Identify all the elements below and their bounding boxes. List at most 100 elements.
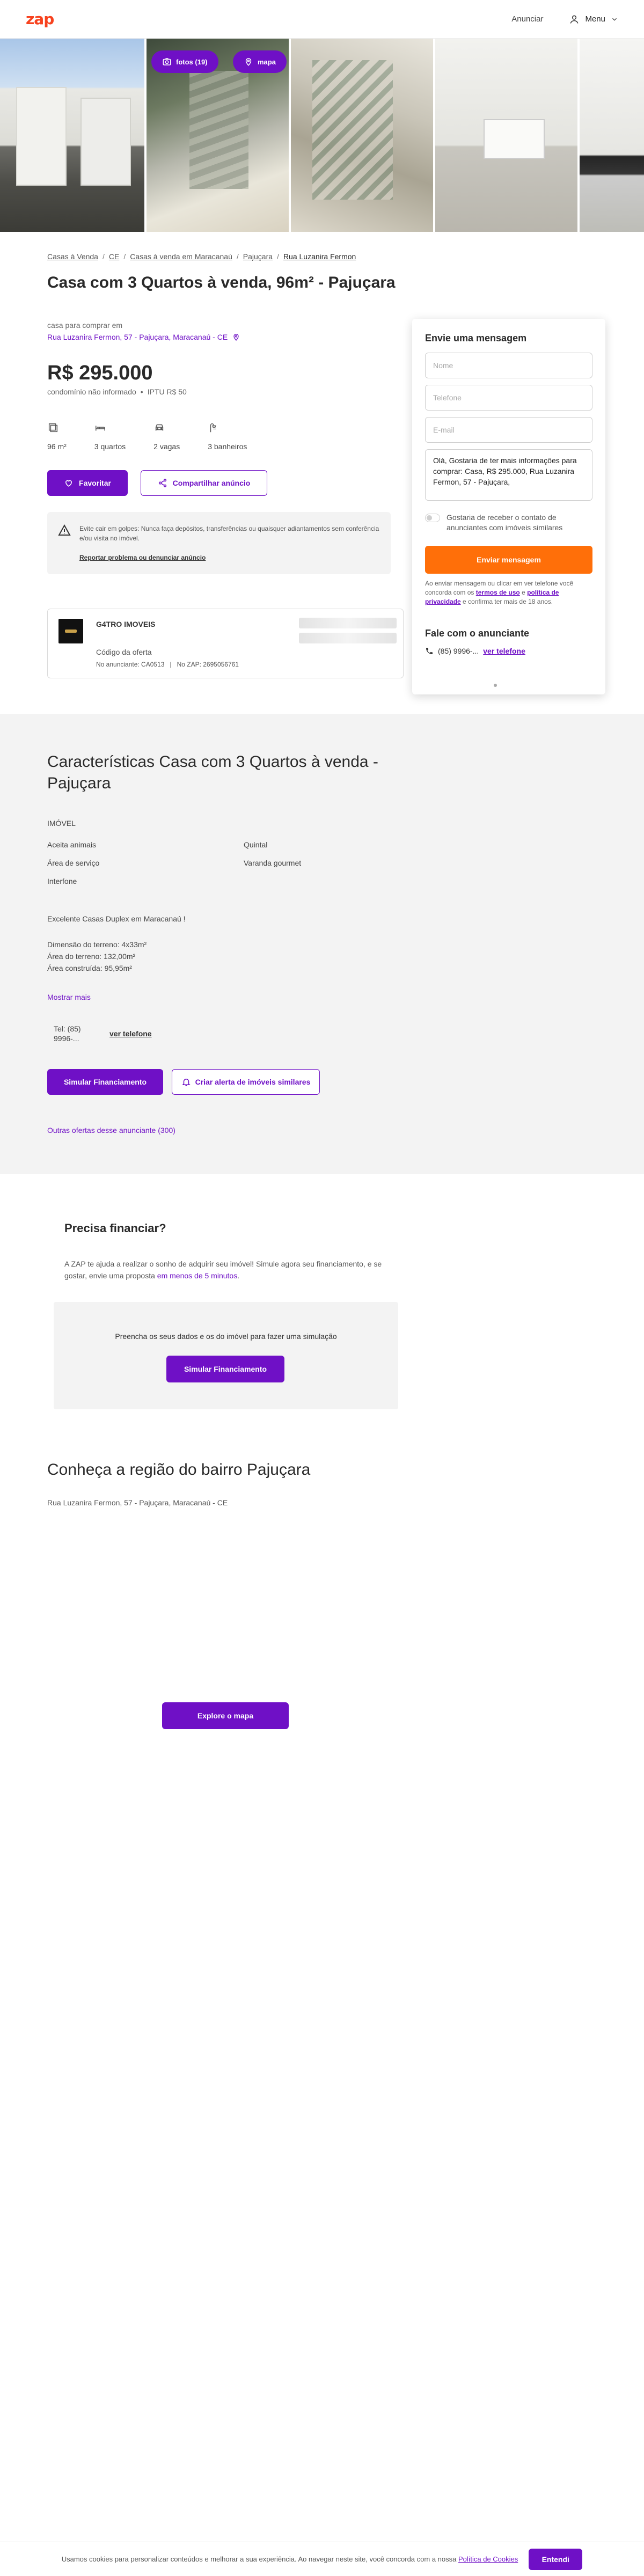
show-more-link[interactable]: Mostrar mais <box>47 993 91 1001</box>
financing-text-part: . <box>237 1271 240 1280</box>
listing-address[interactable]: Rua Luzanira Fermon, 57 - Pajuçara, Mara… <box>47 333 240 341</box>
iptu-fee: IPTU R$ 50 <box>147 387 187 396</box>
advertiser-phone: (85) 9996-... ver telefone <box>425 647 592 655</box>
description-line: Área construída: 95,95m² <box>47 964 132 972</box>
address-text: Rua Luzanira Fermon, 57 - Pajuçara, Mara… <box>47 333 228 341</box>
cookie-banner: Usamos cookies para personalizar conteúd… <box>0 2542 644 2576</box>
photo-kitchen-2[interactable] <box>580 39 644 232</box>
shower-icon <box>210 423 216 433</box>
share-icon <box>158 479 166 487</box>
warning-text: Evite cair em golpes: Nunca faça depósit… <box>79 525 379 542</box>
advertiser-name[interactable]: G4TRO IMOVEIS <box>96 620 155 628</box>
explore-map-button[interactable]: Explore o mapa <box>162 1702 289 1729</box>
advertiser-contact-title: Fale com o anunciante <box>425 628 530 639</box>
favorite-label: Favoritar <box>79 479 111 487</box>
feature-item: Aceita animais <box>47 840 97 849</box>
breadcrumb-separator: / <box>102 252 105 261</box>
advertiser-card[interactable]: G4TRO IMOVEIS Código da oferta No anunci… <box>47 609 404 678</box>
breadcrumb-separator: / <box>123 252 126 261</box>
header-nav: Anunciar Menu <box>511 14 618 25</box>
accept-cookies-button[interactable]: Entendi <box>529 2548 583 2570</box>
heart-icon <box>65 480 72 487</box>
listing-price: R$ 295.000 <box>47 362 153 384</box>
simulate-financing-button[interactable]: Simular Financiamento <box>166 1356 284 1382</box>
amenity-area: 96 m² <box>47 422 67 451</box>
amenity-label: 2 vagas <box>153 442 180 451</box>
cookie-message: Usamos cookies para personalizar conteúd… <box>61 2555 457 2563</box>
price-notes: condomínio não informado • IPTU R$ 50 <box>47 387 187 396</box>
create-alert-label: Criar alerta de imóveis similares <box>195 1078 311 1086</box>
legal-text: e confirma ter mais de 18 anos. <box>463 598 553 605</box>
code-separator: | <box>170 661 172 668</box>
listing-title: Casa com 3 Quartos à venda, 96m² - Pajuç… <box>47 274 396 291</box>
breadcrumb-item[interactable]: Pajuçara <box>243 252 273 261</box>
report-link[interactable]: Reportar problema ou denunciar anúncio <box>79 553 380 562</box>
menu-button[interactable]: Menu <box>569 14 618 25</box>
scroll-indicator <box>494 684 497 687</box>
feature-item: Quintal <box>244 840 268 849</box>
map-button[interactable]: mapa <box>233 50 287 73</box>
phone-field[interactable] <box>425 385 592 411</box>
breadcrumb-item[interactable]: CE <box>109 252 119 261</box>
tel-label: Tel: (85) 9996-... <box>54 1024 81 1043</box>
share-button[interactable]: Compartilhar anúncio <box>141 470 267 496</box>
breadcrumb-item[interactable]: Casas à Venda <box>47 252 98 261</box>
consent-toggle[interactable] <box>425 514 440 522</box>
user-icon <box>570 15 579 24</box>
feature-item: Varanda gourmet <box>244 859 302 867</box>
breadcrumb-separator: / <box>277 252 279 261</box>
see-phone-link[interactable]: ver telefone <box>483 647 525 655</box>
breadcrumb: Casas à Venda / CE / Casas à venda em Ma… <box>47 252 356 261</box>
site-header: zap Anunciar Menu <box>0 0 644 39</box>
message-field[interactable]: Olá, Gostaria de ter mais informações pa… <box>425 449 592 501</box>
amenity-bedrooms: 3 quartos <box>94 422 126 451</box>
feature-item: Interfone <box>47 877 77 885</box>
email-field[interactable] <box>425 417 592 443</box>
description-line: Dimensão do terreno: 4x33m² <box>47 940 147 949</box>
amenity-label: 96 m² <box>47 442 67 451</box>
send-message-button[interactable]: Enviar mensagem <box>425 546 592 574</box>
cookie-text: Usamos cookies para personalizar conteúd… <box>62 2555 518 2563</box>
photo-kitchen[interactable] <box>435 39 578 232</box>
simulate-financing-button[interactable]: Simular Financiamento <box>47 1069 163 1095</box>
financing-box-text: Preencha os seus dados e os do imóvel pa… <box>115 1332 337 1341</box>
loading-placeholder <box>299 618 397 628</box>
create-alert-button[interactable]: Criar alerta de imóveis similares <box>172 1069 320 1095</box>
zap-code: No ZAP: 2695056761 <box>177 661 239 668</box>
share-label: Compartilhar anúncio <box>172 479 251 487</box>
bullet-separator: • <box>140 387 143 396</box>
advertiser-logo[interactable] <box>58 619 83 643</box>
breadcrumb-item[interactable]: Casas à venda em Maracanaú <box>130 252 232 261</box>
breadcrumb-current[interactable]: Rua Luzanira Fermon <box>283 252 356 261</box>
financing-text: A ZAP te ajuda a realizar o sonho de adq… <box>64 1258 397 1282</box>
amenity-label: 3 quartos <box>94 442 126 451</box>
bed-icon <box>95 426 105 431</box>
financing-highlight: em menos de 5 minutos <box>157 1271 238 1280</box>
zap-logo[interactable]: zap <box>26 10 54 28</box>
photo-facade[interactable] <box>0 39 145 232</box>
favorite-button[interactable]: Favoritar <box>47 470 128 496</box>
other-offers-link[interactable]: Outras ofertas desse anunciante (300) <box>47 1126 175 1135</box>
photo-stairs-2[interactable] <box>291 39 434 232</box>
announce-link[interactable]: Anunciar <box>511 14 543 24</box>
category-label: IMÓVEL <box>47 819 76 828</box>
phone-icon <box>426 648 433 654</box>
photo-gallery[interactable]: fotos (19) mapa <box>0 39 644 232</box>
terms-link[interactable]: termos de uso <box>476 589 520 596</box>
area-icon <box>48 423 58 433</box>
consent-label: Gostaria de receber o contato de anuncia… <box>447 513 563 532</box>
financing-title: Precisa financiar? <box>64 1221 166 1235</box>
region-title: Conheça a região do bairro Pajuçara <box>47 1461 311 1479</box>
name-field[interactable] <box>425 353 592 378</box>
cookie-policy-link[interactable]: Política de Cookies <box>458 2555 518 2563</box>
car-icon <box>156 424 164 431</box>
advertiser-code: No anunciante: CA0513 <box>96 661 165 668</box>
amenity-label: 3 banheiros <box>208 442 247 451</box>
scam-warning: Evite cair em golpes: Nunca faça depósit… <box>47 512 391 574</box>
photos-button-label: fotos (19) <box>176 57 208 66</box>
location-pin-icon <box>245 58 252 66</box>
photos-button[interactable]: fotos (19) <box>151 50 218 73</box>
similar-contact-consent[interactable]: Gostaria de receber o contato de anuncia… <box>425 513 592 533</box>
warning-icon <box>58 524 71 536</box>
see-phone-link[interactable]: ver telefone <box>109 1029 152 1038</box>
